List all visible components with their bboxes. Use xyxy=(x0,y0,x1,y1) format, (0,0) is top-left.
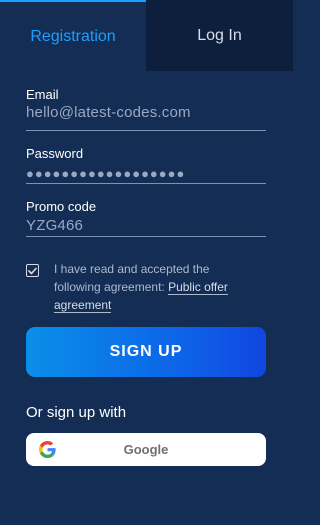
registration-form: Email hello@latest-codes.com Password ●●… xyxy=(0,71,293,466)
google-label: Google xyxy=(123,442,169,457)
email-value[interactable]: hello@latest-codes.com xyxy=(26,104,191,121)
email-label: Email xyxy=(26,87,59,102)
tab-registration[interactable]: Registration xyxy=(0,0,146,71)
tab-login[interactable]: Log In xyxy=(146,0,293,71)
google-icon xyxy=(39,441,56,458)
password-field[interactable]: Password ●●●●●●●●●●●●●●●●●● xyxy=(26,131,266,184)
password-label: Password xyxy=(26,146,84,161)
password-value[interactable]: ●●●●●●●●●●●●●●●●●● xyxy=(26,166,185,181)
promo-code-value[interactable]: YZG466 xyxy=(26,217,83,234)
agreement-text: I have read and accepted the following a… xyxy=(54,260,259,315)
email-field[interactable]: Email hello@latest-codes.com xyxy=(26,71,266,131)
promo-code-label: Promo code xyxy=(26,199,97,214)
sign-up-button[interactable]: SIGN UP xyxy=(26,327,266,377)
agreement-row: I have read and accepted the following a… xyxy=(26,260,266,315)
promo-code-field[interactable]: Promo code YZG466 xyxy=(26,184,266,237)
google-signup-button[interactable]: Google xyxy=(26,433,266,466)
checkmark-icon xyxy=(28,267,37,274)
auth-tabs: Registration Log In xyxy=(0,0,293,71)
agreement-checkbox[interactable] xyxy=(26,264,39,277)
social-signup-heading: Or sign up with xyxy=(26,404,127,421)
